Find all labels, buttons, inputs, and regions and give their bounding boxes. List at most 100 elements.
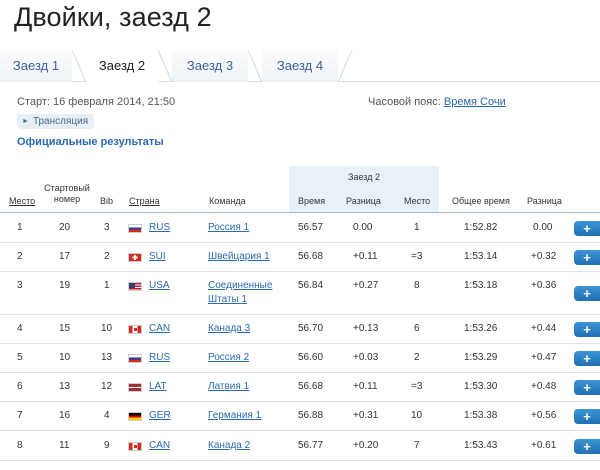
- cell-bib: 10: [101, 323, 113, 334]
- tab-run-2[interactable]: Заезд 2: [86, 50, 158, 83]
- expand-button[interactable]: +: [574, 250, 600, 265]
- translation-button[interactable]: ► Трансляция: [17, 114, 95, 129]
- cell-bib: 13: [101, 352, 113, 363]
- tab-separator: [338, 50, 354, 82]
- col-start-number: Стартовый номер: [44, 183, 90, 204]
- cell-total: 1:53.30: [464, 381, 498, 392]
- table-row: 2 17 2 SUI Швейцария 1 56.68 +0.11 =3 1:…: [0, 243, 600, 272]
- cell-total-diff: +0.48: [531, 381, 557, 392]
- cell-start: 17: [59, 251, 71, 262]
- cell-start: 10: [59, 352, 71, 363]
- flag-rus-icon: [128, 354, 142, 363]
- flag-rus-icon: [128, 224, 142, 233]
- cell-place: 5: [17, 352, 23, 363]
- expand-button[interactable]: +: [574, 221, 600, 236]
- cell-team-line2[interactable]: Штаты 1: [208, 294, 247, 306]
- cell-bib: 12: [101, 381, 113, 392]
- cell-team[interactable]: Канада 3: [208, 323, 250, 335]
- cell-start: 11: [59, 440, 70, 451]
- cell-diff: 0.00: [353, 222, 373, 233]
- cell-run-place: 1: [414, 222, 420, 233]
- expand-button[interactable]: +: [574, 286, 600, 301]
- cell-total-diff: +0.56: [531, 410, 557, 421]
- cell-country[interactable]: CAN: [149, 323, 170, 335]
- translation-label: Трансляция: [32, 116, 89, 127]
- cell-total-diff: +0.44: [531, 323, 557, 334]
- cell-start: 20: [59, 222, 71, 233]
- table-row: 4 15 10 CAN Канада 3 56.70 +0.13 6 1:53.…: [0, 315, 600, 344]
- flag-can-icon: [128, 325, 142, 334]
- cell-diff: +0.11: [353, 251, 378, 262]
- cell-total: 1:53.38: [464, 410, 498, 421]
- col-place[interactable]: Место: [9, 196, 35, 207]
- col-diff: Разница: [346, 196, 381, 206]
- cell-total-diff: +0.36: [531, 280, 557, 291]
- official-results-link[interactable]: Официальные результаты: [17, 136, 164, 148]
- cell-place: 2: [17, 251, 23, 262]
- cell-start: 15: [59, 323, 71, 334]
- tab-run-1[interactable]: Заезд 1: [0, 50, 72, 82]
- flag-usa-icon: [128, 282, 142, 291]
- cell-place: 8: [17, 440, 23, 451]
- cell-team-line1[interactable]: Соединенные: [208, 280, 272, 292]
- cell-total: 1:53.26: [464, 323, 498, 334]
- col-time: Время: [298, 196, 326, 206]
- cell-team[interactable]: Латвия 1: [208, 381, 249, 393]
- table-row: 3 19 1 USA Соединенные Штаты 1 56.84 +0.…: [0, 272, 600, 315]
- expand-button[interactable]: +: [574, 380, 600, 395]
- flag-ger-icon: [128, 412, 142, 421]
- cell-country[interactable]: RUS: [149, 222, 170, 234]
- cell-country[interactable]: RUS: [149, 352, 170, 364]
- cell-time: 56.70: [298, 323, 324, 334]
- col-run-place: Место: [404, 196, 431, 206]
- cell-team[interactable]: Швейцария 1: [208, 251, 270, 263]
- cell-country[interactable]: SUI: [149, 251, 166, 263]
- cell-country[interactable]: CAN: [149, 440, 170, 452]
- cell-team[interactable]: Канада 2: [208, 440, 250, 452]
- cell-country[interactable]: USA: [149, 280, 170, 292]
- cell-total: 1:53.18: [464, 280, 498, 291]
- table-row: 7 16 4 GER Германия 1 56.88 +0.31 10 1:5…: [0, 402, 600, 431]
- cell-time: 56.84: [298, 280, 324, 291]
- tab-run-4[interactable]: Заезд 4: [262, 50, 338, 82]
- cell-team[interactable]: Германия 1: [208, 410, 261, 422]
- timezone-label: Часовой пояс:: [368, 96, 441, 108]
- timezone-link[interactable]: Время Сочи: [444, 96, 506, 108]
- cell-total-diff: +0.61: [531, 440, 557, 451]
- cell-total: 1:53.29: [464, 352, 498, 363]
- cell-country[interactable]: LAT: [149, 381, 167, 393]
- cell-total-diff: 0.00: [533, 222, 553, 233]
- expand-button[interactable]: +: [574, 322, 600, 337]
- tab-run-3[interactable]: Заезд 3: [172, 50, 248, 82]
- cell-time: 56.68: [298, 251, 324, 262]
- cell-place: 6: [17, 381, 23, 392]
- cell-start: 16: [59, 410, 71, 421]
- cell-time: 56.77: [298, 440, 324, 451]
- cell-start: 13: [59, 381, 71, 392]
- cell-place: 1: [17, 222, 23, 233]
- col-bib: Bib: [100, 196, 114, 206]
- col-team: Команда: [209, 196, 246, 206]
- col-total-diff: Разница: [527, 196, 562, 206]
- table-row: 6 13 12 LAT Латвия 1 56.68 +0.11 =3 1:53…: [0, 373, 600, 402]
- cell-diff: +0.03: [353, 352, 379, 363]
- col-country[interactable]: Страна: [129, 196, 160, 207]
- expand-button[interactable]: +: [574, 439, 600, 454]
- cell-team[interactable]: Россия 2: [208, 352, 249, 364]
- cell-total: 1:53.43: [464, 440, 498, 451]
- cell-run-place: 10: [411, 410, 423, 421]
- cell-country[interactable]: GER: [149, 410, 171, 422]
- table-row: 5 10 13 RUS Россия 2 56.60 +0.03 2 1:53.…: [0, 344, 600, 373]
- cell-diff: +0.20: [353, 440, 379, 451]
- cell-run-place: =3: [411, 251, 423, 262]
- cell-run-place: 8: [414, 280, 420, 291]
- cell-total: 1:52.82: [464, 222, 498, 233]
- expand-button[interactable]: +: [574, 409, 600, 424]
- cell-run-place: 6: [414, 323, 420, 334]
- cell-diff: +0.31: [353, 410, 379, 421]
- expand-button[interactable]: +: [574, 351, 600, 366]
- cell-time: 56.88: [298, 410, 324, 421]
- cell-time: 56.60: [298, 352, 324, 363]
- cell-team[interactable]: Россия 1: [208, 222, 249, 234]
- col-total-time: Общее время: [452, 196, 510, 206]
